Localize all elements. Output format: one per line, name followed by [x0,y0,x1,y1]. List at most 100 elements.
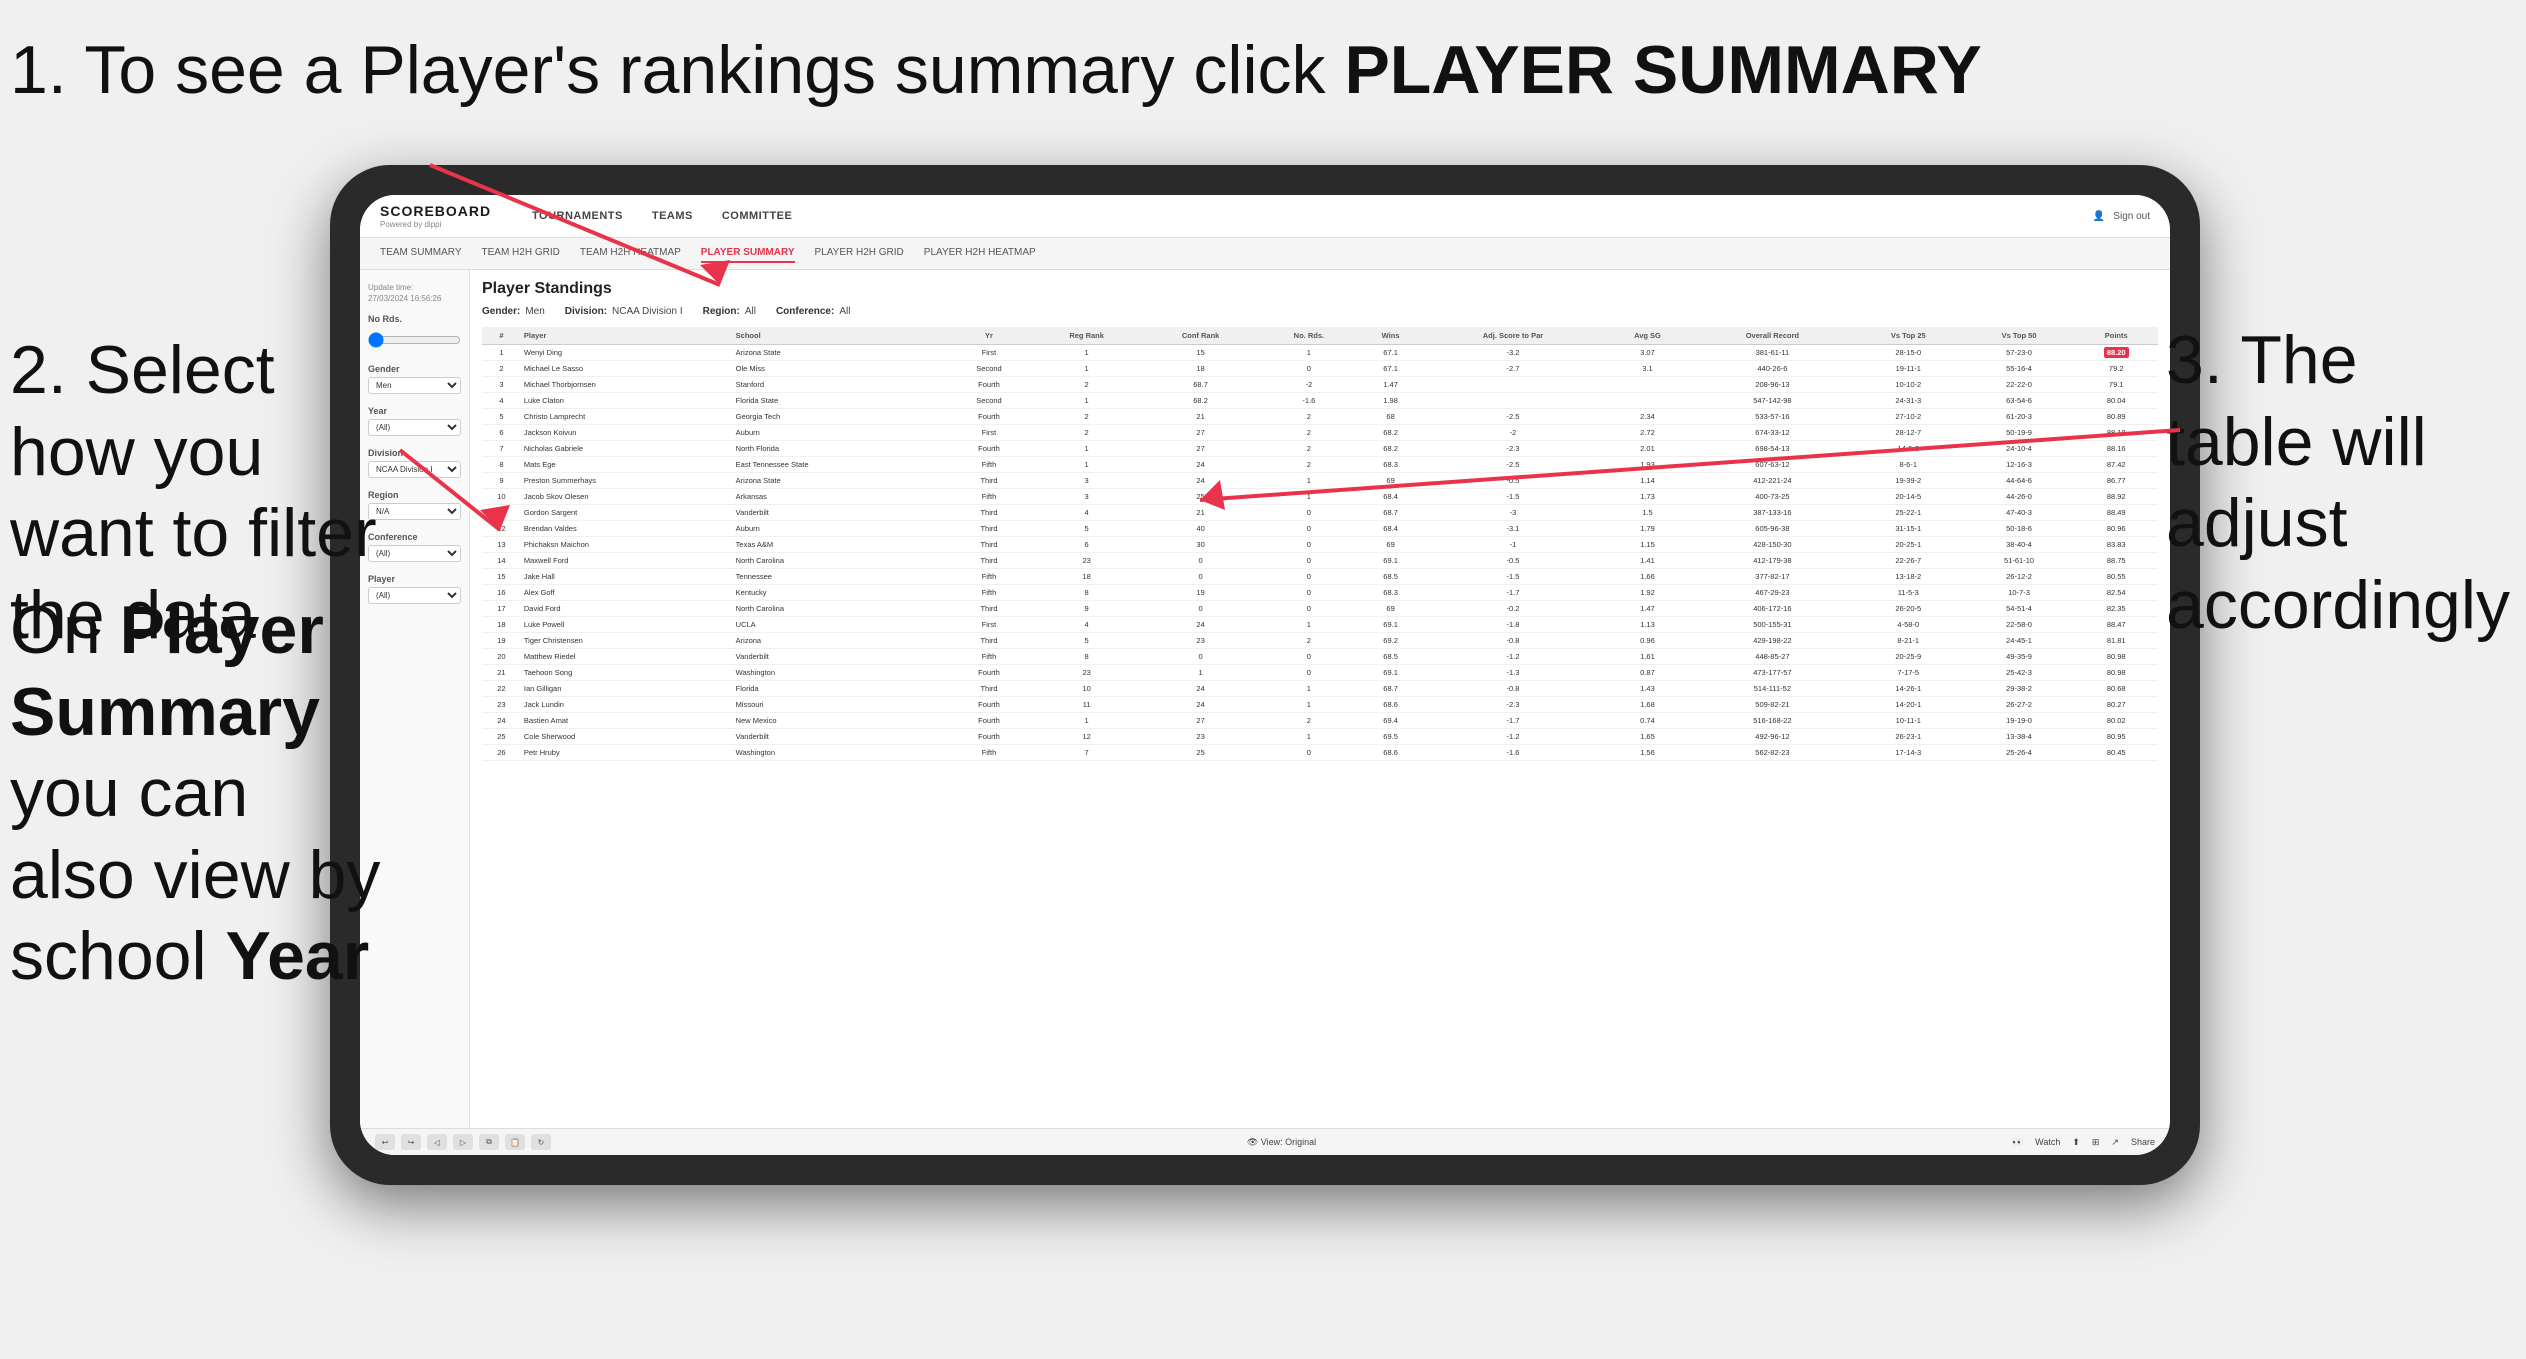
tablet-screen: SCOREBOARD Powered by dippi TOURNAMENTS … [360,195,2170,1155]
cell-conf-rank: 1 [1142,665,1260,681]
filter-region: Region: All [703,306,756,317]
cell-conf-rank: 0 [1142,601,1260,617]
cell-reg-rank: 4 [1032,505,1142,521]
cell-yr: Third [946,681,1031,697]
table-row: 12 Brendan Valdes Auburn Third 5 40 0 68… [482,521,2158,537]
cell-player: Christo Lamprecht [521,409,733,425]
cell-yr: Fourth [946,409,1031,425]
cell-adj: -1.2 [1423,649,1603,665]
cell-rds: 0 [1260,569,1359,585]
cell-rank: 6 [482,425,521,441]
cell-points: 80.98 [2074,665,2158,681]
cell-rank: 12 [482,521,521,537]
subnav-player-h2h-grid[interactable]: PLAYER H2H GRID [815,244,904,263]
table-row: 13 Phichaksn Maichon Texas A&M Third 6 3… [482,537,2158,553]
cell-adj: -1.5 [1423,489,1603,505]
redo-button[interactable]: ↪ [401,1134,421,1150]
paste-button[interactable]: 📋 [505,1134,525,1150]
cell-record: 8-21-1 [1853,633,1964,649]
cell-rds: 1 [1260,473,1359,489]
table-row: 23 Jack Lundin Missouri Fourth 11 24 1 6… [482,697,2158,713]
share-label[interactable]: Share [2131,1137,2155,1147]
cell-player: Brendan Valdes [521,521,733,537]
cell-adj: -0.5 [1423,473,1603,489]
cell-conf-rank: 24 [1142,697,1260,713]
filter-gender-value: Men [525,306,544,317]
cell-overall: 698-54-13 [1692,441,1853,457]
cell-school: Auburn [733,521,947,537]
subnav-player-summary[interactable]: PLAYER SUMMARY [701,244,795,263]
nav-tournaments[interactable]: TOURNAMENTS [530,206,625,226]
table-row: 6 Jackson Koivun Auburn First 2 27 2 68.… [482,425,2158,441]
cell-points: 80.02 [2074,713,2158,729]
cell-conf-rank: 21 [1142,409,1260,425]
col-conf-rank: Conf Rank [1142,327,1260,345]
cell-overall: 516-168-22 [1692,713,1853,729]
cell-overall: 429-198-22 [1692,633,1853,649]
cell-vt25: 24-10-4 [1964,441,2075,457]
cell-wins: 68.7 [1358,681,1423,697]
subnav-player-h2h-heatmap[interactable]: PLAYER H2H HEATMAP [924,244,1036,263]
cell-adj: -0.8 [1423,633,1603,649]
cell-vt25: 24-45-1 [1964,633,2075,649]
forward-button[interactable]: ▷ [453,1134,473,1150]
cell-reg-rank: 1 [1032,457,1142,473]
cell-avg-sg: 1.93 [1603,457,1692,473]
nav-committee[interactable]: COMMITTEE [720,206,795,226]
cell-points: 88.18 [2074,425,2158,441]
cell-player: Luke Claton [521,393,733,409]
cell-avg-sg: 0.87 [1603,665,1692,681]
cell-yr: First [946,345,1031,361]
subnav-team-h2h-grid[interactable]: TEAM H2H GRID [482,244,560,263]
cell-overall: 473-177-57 [1692,665,1853,681]
subnav-team-summary[interactable]: TEAM SUMMARY [380,244,462,263]
cell-record: 14-5-3 [1853,441,1964,457]
cell-yr: Third [946,505,1031,521]
tablet-device: SCOREBOARD Powered by dippi TOURNAMENTS … [330,165,2200,1185]
cell-school: Florida [733,681,947,697]
back-button[interactable]: ◁ [427,1134,447,1150]
cell-record: 7-17-5 [1853,665,1964,681]
cell-vt25: 51-61-10 [1964,553,2075,569]
subnav-team-h2h-heatmap[interactable]: TEAM H2H HEATMAP [580,244,681,263]
cell-rank: 8 [482,457,521,473]
cell-avg-sg [1603,393,1692,409]
filter-row: Gender: Men Division: NCAA Division I Re… [482,306,2158,317]
cell-rds: 2 [1260,457,1359,473]
cell-overall: 562-82-23 [1692,745,1853,761]
step1-text: To see a Player's rankings summary click [84,32,1344,108]
cell-yr: Fifth [946,585,1031,601]
table-row: 19 Tiger Christensen Arizona Third 5 23 … [482,633,2158,649]
cell-adj: -3.1 [1423,521,1603,537]
cell-school: Vanderbilt [733,505,947,521]
sign-out-link[interactable]: Sign out [2113,211,2150,222]
export-icon: ⬆ [2072,1137,2080,1148]
cell-school: Arizona State [733,473,947,489]
cell-player: Phichaksn Maichon [521,537,733,553]
cell-school: Vanderbilt [733,649,947,665]
cell-record: 14-26-1 [1853,681,1964,697]
cell-avg-sg: 3.1 [1603,361,1692,377]
cell-school: Vanderbilt [733,729,947,745]
cell-school: Kentucky [733,585,947,601]
cell-school: Arizona State [733,345,947,361]
watch-label[interactable]: Watch [2035,1137,2060,1147]
cell-conf-rank: 0 [1142,649,1260,665]
cell-avg-sg: 1.79 [1603,521,1692,537]
cell-vt25: 57-23-0 [1964,345,2075,361]
cell-conf-rank: 23 [1142,633,1260,649]
share-icon: ↗ [2111,1137,2119,1148]
cell-conf-rank: 24 [1142,473,1260,489]
cell-record: 4-58-0 [1853,617,1964,633]
undo-button[interactable]: ↩ [375,1134,395,1150]
cell-adj: -3.2 [1423,345,1603,361]
table-row: 5 Christo Lamprecht Georgia Tech Fourth … [482,409,2158,425]
cell-school: Arkansas [733,489,947,505]
step2-number: 2. [10,332,67,408]
cell-wins: 68.5 [1358,649,1423,665]
copy-button[interactable]: ⧉ [479,1134,499,1150]
cell-conf-rank: 40 [1142,521,1260,537]
refresh-button[interactable]: ↻ [531,1134,551,1150]
cell-overall: 509-82-21 [1692,697,1853,713]
nav-teams[interactable]: TEAMS [650,206,695,226]
